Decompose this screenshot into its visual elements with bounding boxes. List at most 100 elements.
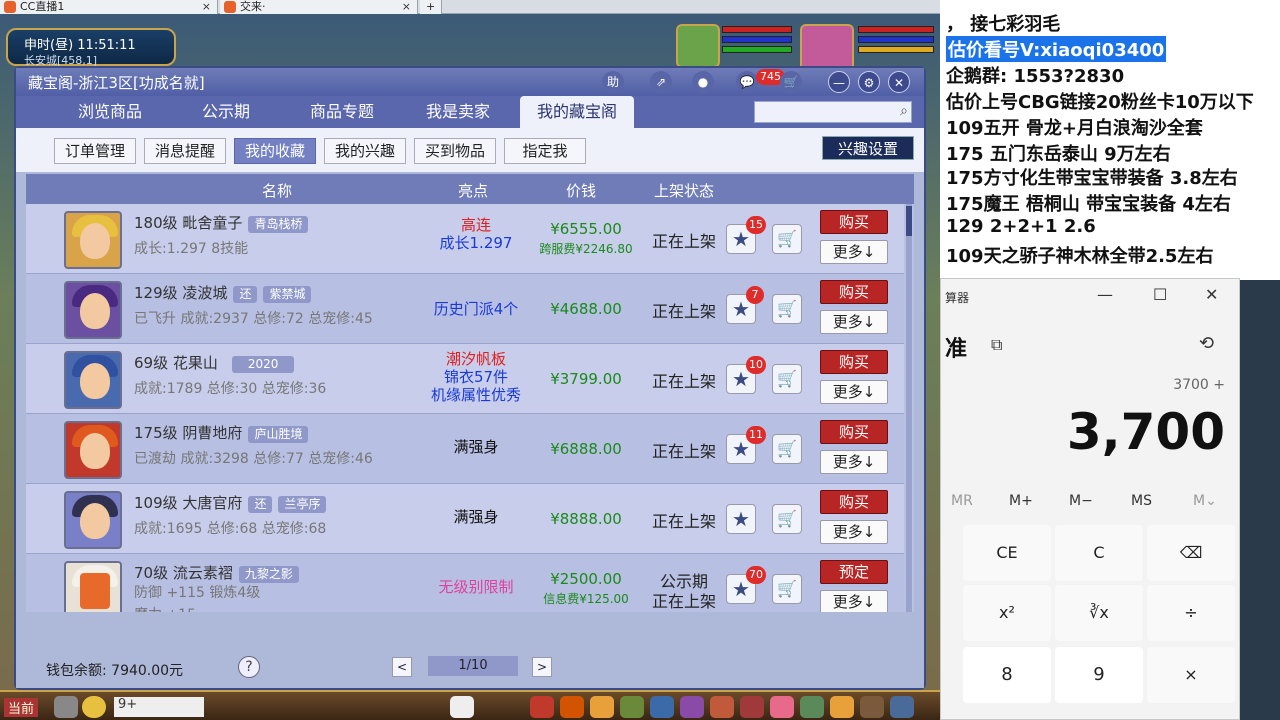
- trade-icon[interactable]: [620, 696, 644, 718]
- search-input[interactable]: ⌕: [754, 101, 912, 123]
- microphone-icon[interactable]: [54, 696, 78, 718]
- close-icon[interactable]: ×: [202, 0, 211, 13]
- table-row[interactable]: 175级 阴曹地府 庐山胜境 已渡劫 成就:3298 总修:77 总宠修:46 满…: [26, 414, 904, 484]
- minimize-icon[interactable]: —: [828, 71, 850, 93]
- browser-tab-1[interactable]: CC直播1 ×: [0, 0, 218, 14]
- purchased-items-button[interactable]: 买到物品: [414, 138, 496, 164]
- clear-entry-button[interactable]: CE: [963, 525, 1051, 581]
- message-icon[interactable]: 💬: [736, 71, 758, 93]
- item-bag-icon[interactable]: [560, 696, 584, 718]
- gear-icon[interactable]: [890, 696, 914, 718]
- add-to-cart-icon[interactable]: 🛒: [772, 224, 802, 254]
- keep-on-top-icon[interactable]: ⧉: [991, 335, 1002, 355]
- action-icon[interactable]: [830, 696, 854, 718]
- backspace-button[interactable]: ⌫: [1147, 525, 1235, 581]
- table-row[interactable]: 129级 凌波城还紫禁城 已飞升 成就:2937 总修:72 总宠修:45 历史…: [26, 274, 904, 344]
- team-icon[interactable]: [650, 696, 674, 718]
- assigned-to-me-button[interactable]: 指定我: [504, 138, 586, 164]
- emoji-icon[interactable]: [82, 696, 106, 718]
- more-button[interactable]: 更多↓: [820, 450, 888, 474]
- task-icon[interactable]: [710, 696, 734, 718]
- help-icon[interactable]: ?: [238, 656, 260, 678]
- memory-recall-button[interactable]: MR: [951, 493, 973, 509]
- buy-button[interactable]: 购买: [820, 420, 888, 444]
- record-icon[interactable]: ●: [692, 71, 714, 93]
- table-row[interactable]: 70级 流云素褶九黎之影 防御 +115 锻炼4级 魔力 +15 无级别限制 ¥…: [26, 554, 904, 612]
- guild-icon[interactable]: [740, 696, 764, 718]
- more-button[interactable]: 更多↓: [820, 590, 888, 612]
- add-to-cart-icon[interactable]: 🛒: [772, 504, 802, 534]
- memory-add-button[interactable]: M+: [1009, 493, 1033, 509]
- attack-icon[interactable]: [530, 696, 554, 718]
- pet-icon[interactable]: [450, 696, 474, 718]
- scrollbar-thumb[interactable]: [906, 206, 912, 236]
- reserve-button[interactable]: 预定: [820, 560, 888, 584]
- table-row[interactable]: 109级 大唐官府还兰亭序 成就:1695 总修:68 总宠修:68 满强身 ¥…: [26, 484, 904, 554]
- quick-icon[interactable]: [770, 696, 794, 718]
- memory-subtract-button[interactable]: M−: [1069, 493, 1093, 509]
- chat-input[interactable]: 9+: [114, 697, 204, 717]
- window-titlebar[interactable]: 藏宝阁-浙江3区[功成名就] 助 ⇗ ● 💬 745 🛒 — ⚙ ✕: [16, 68, 924, 96]
- close-icon[interactable]: ×: [402, 0, 411, 13]
- close-icon[interactable]: ✕: [1205, 285, 1218, 304]
- window-footer: 钱包余额: 7940.00元 ? < 1/10 >: [16, 648, 924, 688]
- settings-gear-icon[interactable]: ⚙: [858, 71, 880, 93]
- tab-announcement[interactable]: 公示期: [176, 96, 276, 128]
- close-icon[interactable]: ✕: [888, 71, 910, 93]
- history-icon[interactable]: ⟲: [1199, 333, 1214, 354]
- favorite-count-badge: 70: [746, 566, 766, 584]
- my-favorites-button[interactable]: 我的收藏: [234, 138, 316, 164]
- more-button[interactable]: 更多↓: [820, 240, 888, 264]
- interest-settings-button[interactable]: 兴趣设置: [822, 136, 914, 160]
- help-assistant-button[interactable]: 助: [602, 71, 624, 93]
- give-icon[interactable]: [590, 696, 614, 718]
- order-management-button[interactable]: 订单管理: [54, 138, 136, 164]
- maximize-icon[interactable]: ☐: [1153, 285, 1167, 304]
- tab-seller[interactable]: 我是卖家: [402, 96, 514, 128]
- add-to-cart-icon[interactable]: 🛒: [772, 434, 802, 464]
- more-button[interactable]: 更多↓: [820, 310, 888, 334]
- cube-root-button[interactable]: ∛x: [1055, 585, 1143, 641]
- share-icon[interactable]: ⇗: [650, 71, 672, 93]
- digit-9-button[interactable]: 9: [1055, 647, 1143, 703]
- tab-browse[interactable]: 浏览商品: [56, 96, 164, 128]
- buy-button[interactable]: 购买: [820, 210, 888, 234]
- friend-icon[interactable]: [800, 696, 824, 718]
- my-interests-button[interactable]: 我的兴趣: [324, 138, 406, 164]
- row-price: ¥8888.00: [550, 510, 622, 528]
- search-icon[interactable]: ⌕: [900, 103, 908, 119]
- memory-store-button[interactable]: MS: [1131, 493, 1152, 509]
- cart-icon[interactable]: 🛒: [780, 71, 802, 93]
- table-row[interactable]: 180级 毗舍童子 青岛栈桥 成长:1.297 8技能 高连 成长1.297 ¥6…: [26, 204, 904, 274]
- new-tab-button[interactable]: +: [420, 0, 442, 14]
- tab-topics[interactable]: 商品专题: [286, 96, 398, 128]
- buy-button[interactable]: 购买: [820, 280, 888, 304]
- digit-8-button[interactable]: 8: [963, 647, 1051, 703]
- current-channel-button[interactable]: 当前: [4, 698, 39, 717]
- add-to-cart-icon[interactable]: 🛒: [772, 574, 802, 604]
- buy-button[interactable]: 购买: [820, 350, 888, 374]
- add-to-cart-icon[interactable]: 🛒: [772, 294, 802, 324]
- add-to-cart-icon[interactable]: 🛒: [772, 364, 802, 394]
- more-button[interactable]: 更多↓: [820, 520, 888, 544]
- table-row[interactable]: 69级 花果山 2020 成就:1789 总修:30 总宠修:36 潮汐帆板 锦衣…: [26, 344, 904, 414]
- pet-menu-icon[interactable]: [680, 696, 704, 718]
- memory-list-button[interactable]: M⌄: [1193, 493, 1217, 509]
- more-button[interactable]: 更多↓: [820, 380, 888, 404]
- clear-button[interactable]: C: [1055, 525, 1143, 581]
- divide-button[interactable]: ÷: [1147, 585, 1235, 641]
- minimize-icon[interactable]: —: [1097, 285, 1113, 304]
- browser-tab-2[interactable]: 交来· ×: [220, 0, 418, 14]
- tab-my-pavilion[interactable]: 我的藏宝阁: [520, 96, 634, 128]
- message-reminder-button[interactable]: 消息提醒: [144, 138, 226, 164]
- multiply-button[interactable]: ×: [1147, 647, 1235, 703]
- favorite-star-icon[interactable]: ★: [726, 504, 756, 534]
- system-icon[interactable]: [860, 696, 884, 718]
- square-button[interactable]: x²: [963, 585, 1051, 641]
- row-price: ¥6888.00: [550, 440, 622, 458]
- next-page-button[interactable]: >: [532, 657, 552, 677]
- list-scrollbar[interactable]: [906, 204, 912, 612]
- pet-avatar[interactable]: [676, 24, 720, 68]
- prev-page-button[interactable]: <: [392, 657, 412, 677]
- buy-button[interactable]: 购买: [820, 490, 888, 514]
